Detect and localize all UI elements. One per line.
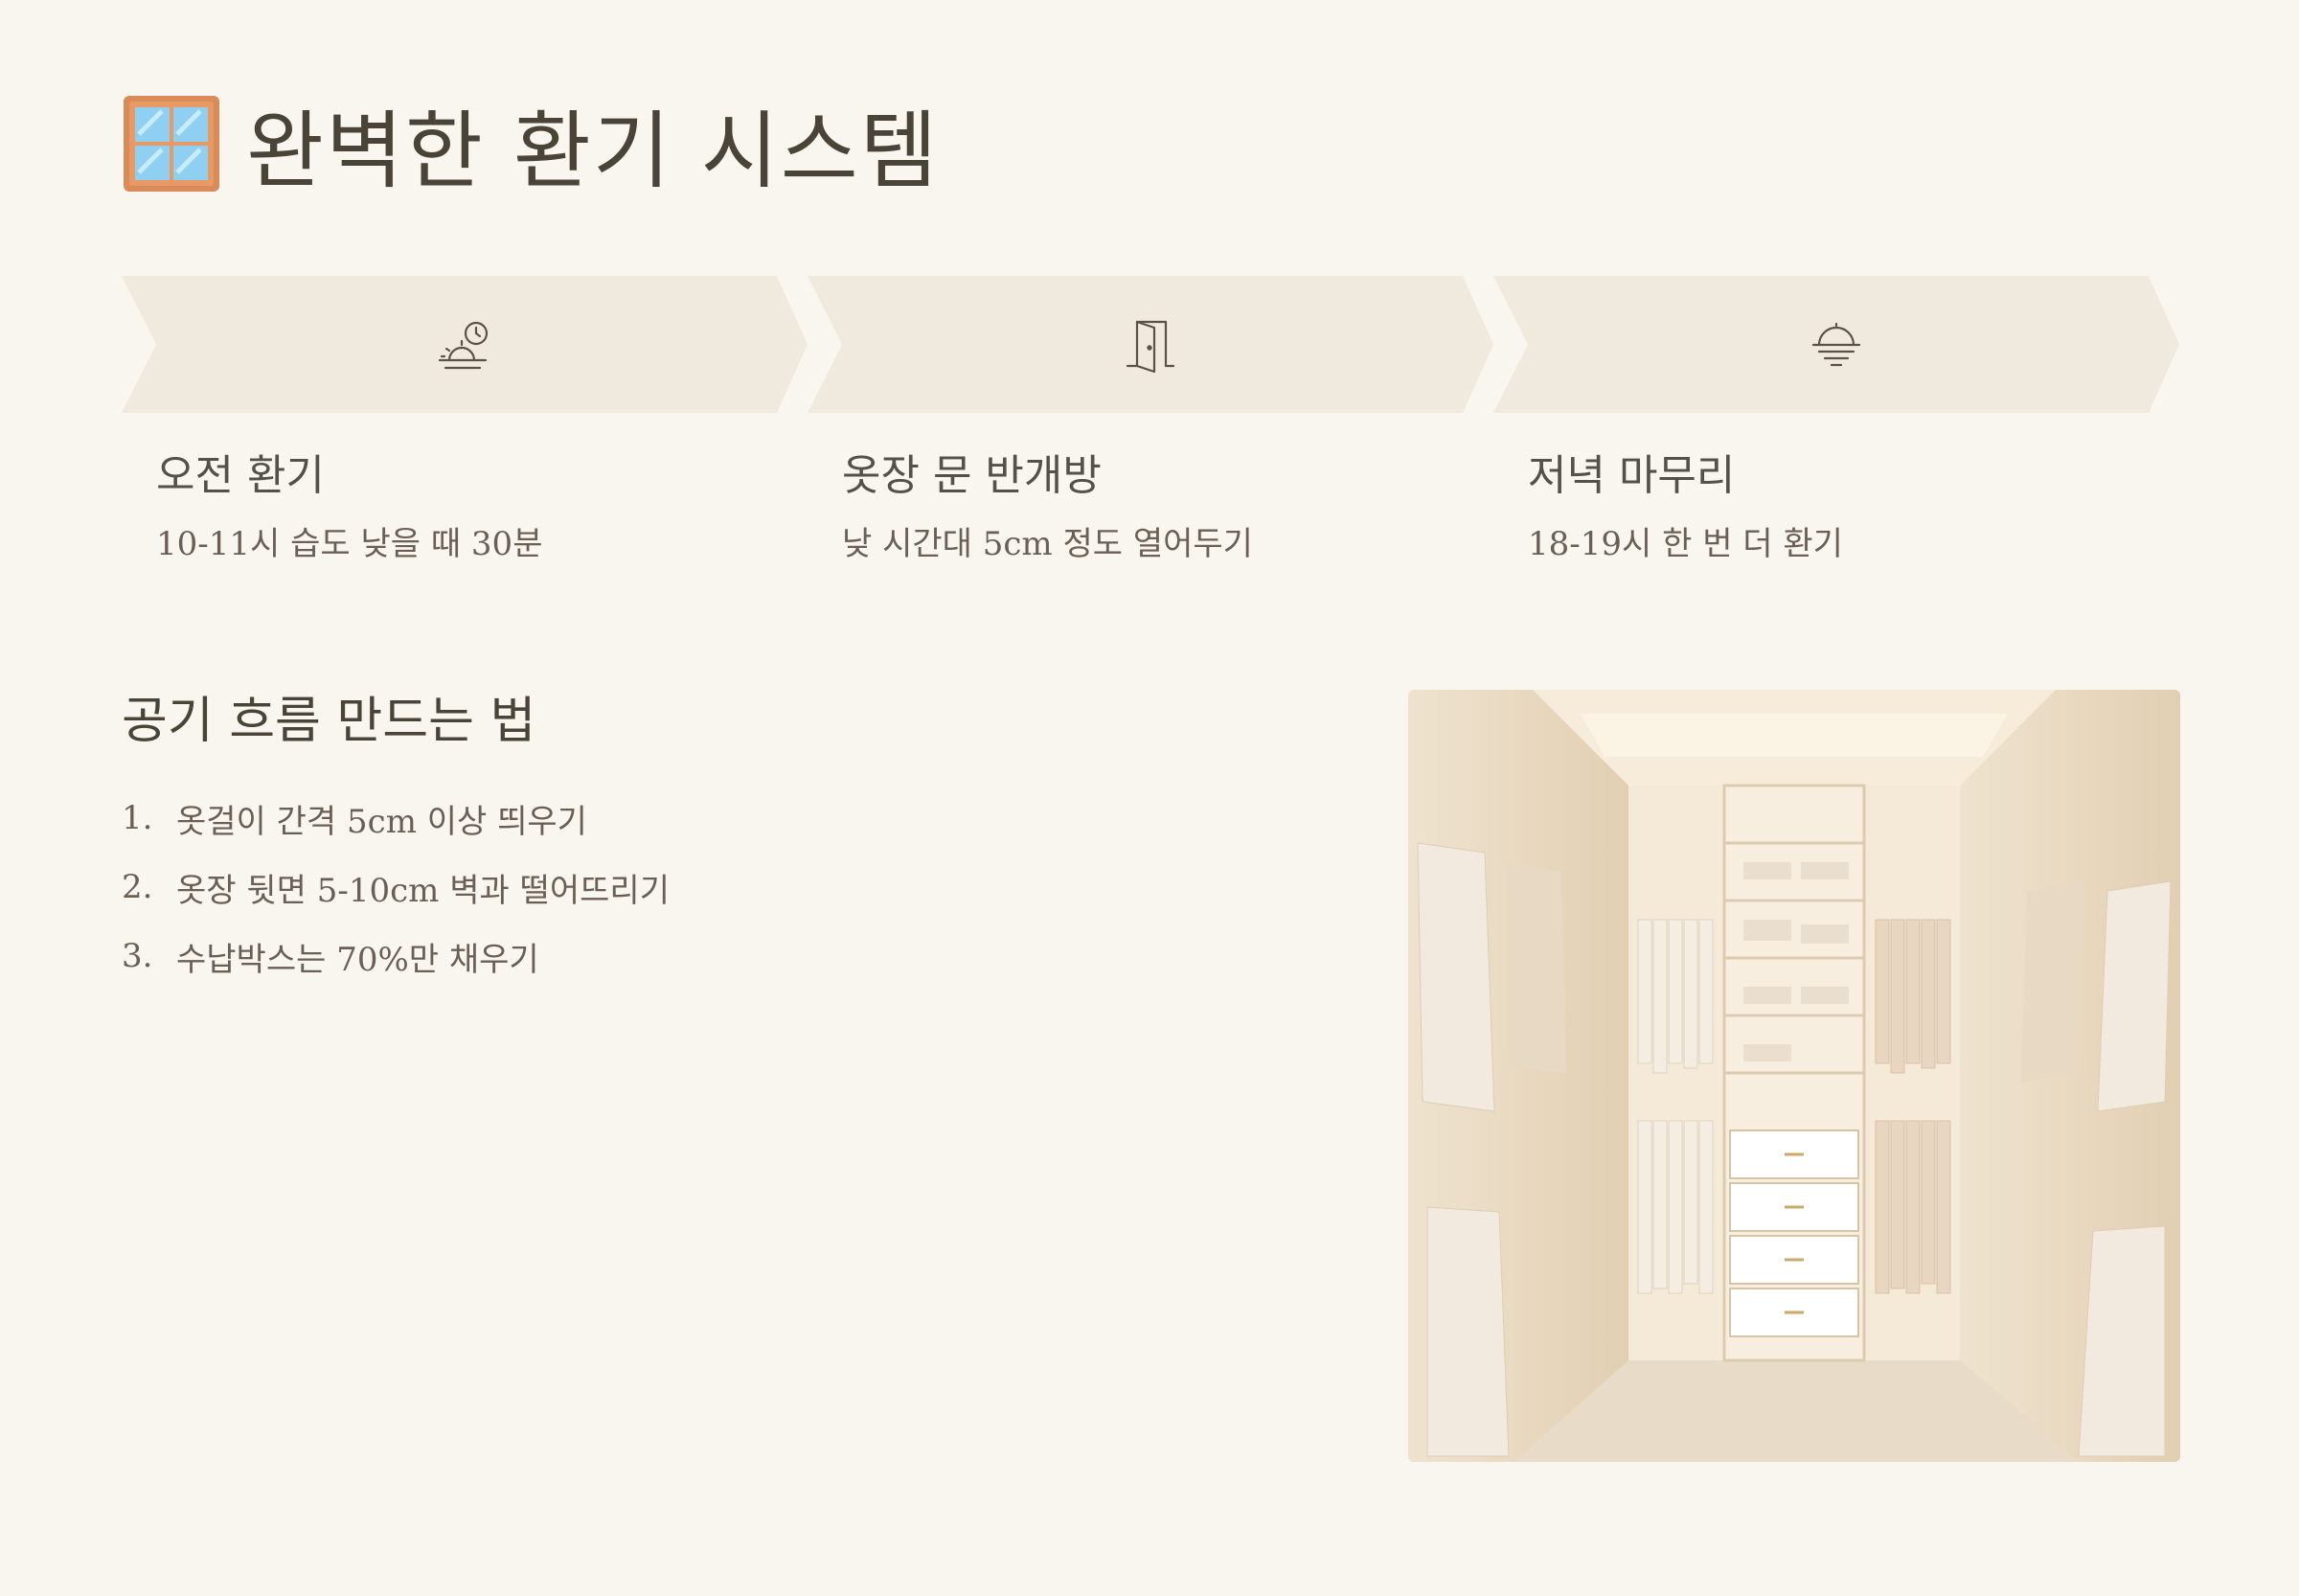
step-description: 10-11시 습도 낮을 때 30분 [156,525,543,563]
step-morning: 오전 환기 10-11시 습도 낮을 때 30분 [122,276,808,582]
list-text: 수납박스는 70%만 채우기 [176,940,539,979]
door-icon [1126,320,1175,373]
window-icon [124,96,219,192]
step-door: 옷장 문 반개방 낮 시간대 5cm 정도 열어두기 [808,276,1493,582]
list-item: 2. 옷장 뒷면 5-10cm 벽과 떨어뜨리기 [122,853,670,922]
step-description: 18-19시 한 번 더 환기 [1528,525,1843,563]
list-number: 2. [122,868,153,906]
step-chevron [808,276,1493,413]
list-text: 옷장 뒷면 5-10cm 벽과 떨어뜨리기 [176,871,670,910]
airflow-section-title: 공기 흐름 만드는 법 [122,693,536,750]
step-title: 오전 환기 [156,451,325,500]
step-description: 낮 시간대 5cm 정도 열어두기 [842,525,1253,563]
step-chevron [1493,276,2179,413]
page-header: 완벽한 환기 시스템 [122,91,940,200]
airflow-tips-list: 1. 옷걸이 간격 5cm 이상 띄우기 2. 옷장 뒷면 5-10cm 벽과 … [122,784,670,991]
list-number: 3. [122,937,153,975]
sunset-icon [1811,322,1861,366]
list-text: 옷걸이 간격 5cm 이상 띄우기 [176,802,587,841]
list-item: 1. 옷걸이 간격 5cm 이상 띄우기 [122,784,670,853]
step-chevron [122,276,808,413]
ventilation-steps: 오전 환기 10-11시 습도 낮을 때 30분 옷장 문 반개방 낮 시간대 … [122,276,2179,582]
list-number: 1. [122,799,153,837]
list-item: 3. 수납박스는 70%만 채우기 [122,922,670,991]
step-evening: 저녁 마무리 18-19시 한 번 더 환기 [1493,276,2179,582]
step-title: 저녁 마무리 [1528,451,1736,500]
page-title: 완벽한 환기 시스템 [246,101,940,200]
walk-in-closet-photo [1408,690,2180,1462]
sunrise-clock-icon [438,321,489,369]
step-title: 옷장 문 반개방 [842,451,1102,500]
